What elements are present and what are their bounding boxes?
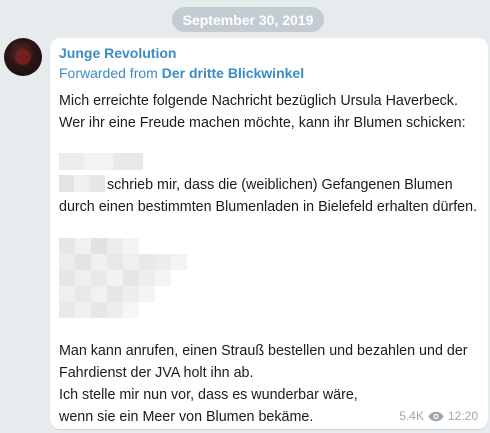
message-time: 12:20 [447, 409, 478, 423]
eye-icon [428, 411, 444, 421]
channel-avatar[interactable] [4, 38, 42, 76]
date-label: September 30, 2019 [182, 11, 314, 28]
date-divider: September 30, 2019 [172, 7, 324, 32]
view-count: 5.4K [399, 409, 424, 423]
message-meta: 5.4K 12:20 [399, 409, 478, 423]
message-paragraph-1: Mich erreichte folgende Nachricht bezügl… [59, 93, 466, 131]
forwarded-prefix: Forwarded from [59, 65, 158, 81]
redacted-inline [59, 175, 105, 192]
redacted-address-block [59, 238, 187, 318]
message-paragraph-4: Ich stelle mir nun vor, dass es wunderba… [59, 387, 358, 425]
message-paragraph-2-text: schrieb mir, dass die (weiblichen) Gefan… [59, 177, 478, 215]
forwarded-from: Forwarded from Der dritte Blickwinkel [59, 65, 304, 81]
message-bubble: Junge Revolution Forwarded from Der drit… [50, 38, 488, 429]
message-paragraph-2: schrieb mir, dass die (weiblichen) Gefan… [59, 174, 483, 218]
redacted-name [59, 153, 143, 170]
sender-name[interactable]: Junge Revolution [59, 45, 176, 61]
forwarded-source-link[interactable]: Der dritte Blickwinkel [162, 65, 304, 81]
avatar-logo [15, 49, 31, 65]
message-paragraph-3: Man kann anrufen, einen Strauß bestellen… [59, 343, 468, 381]
